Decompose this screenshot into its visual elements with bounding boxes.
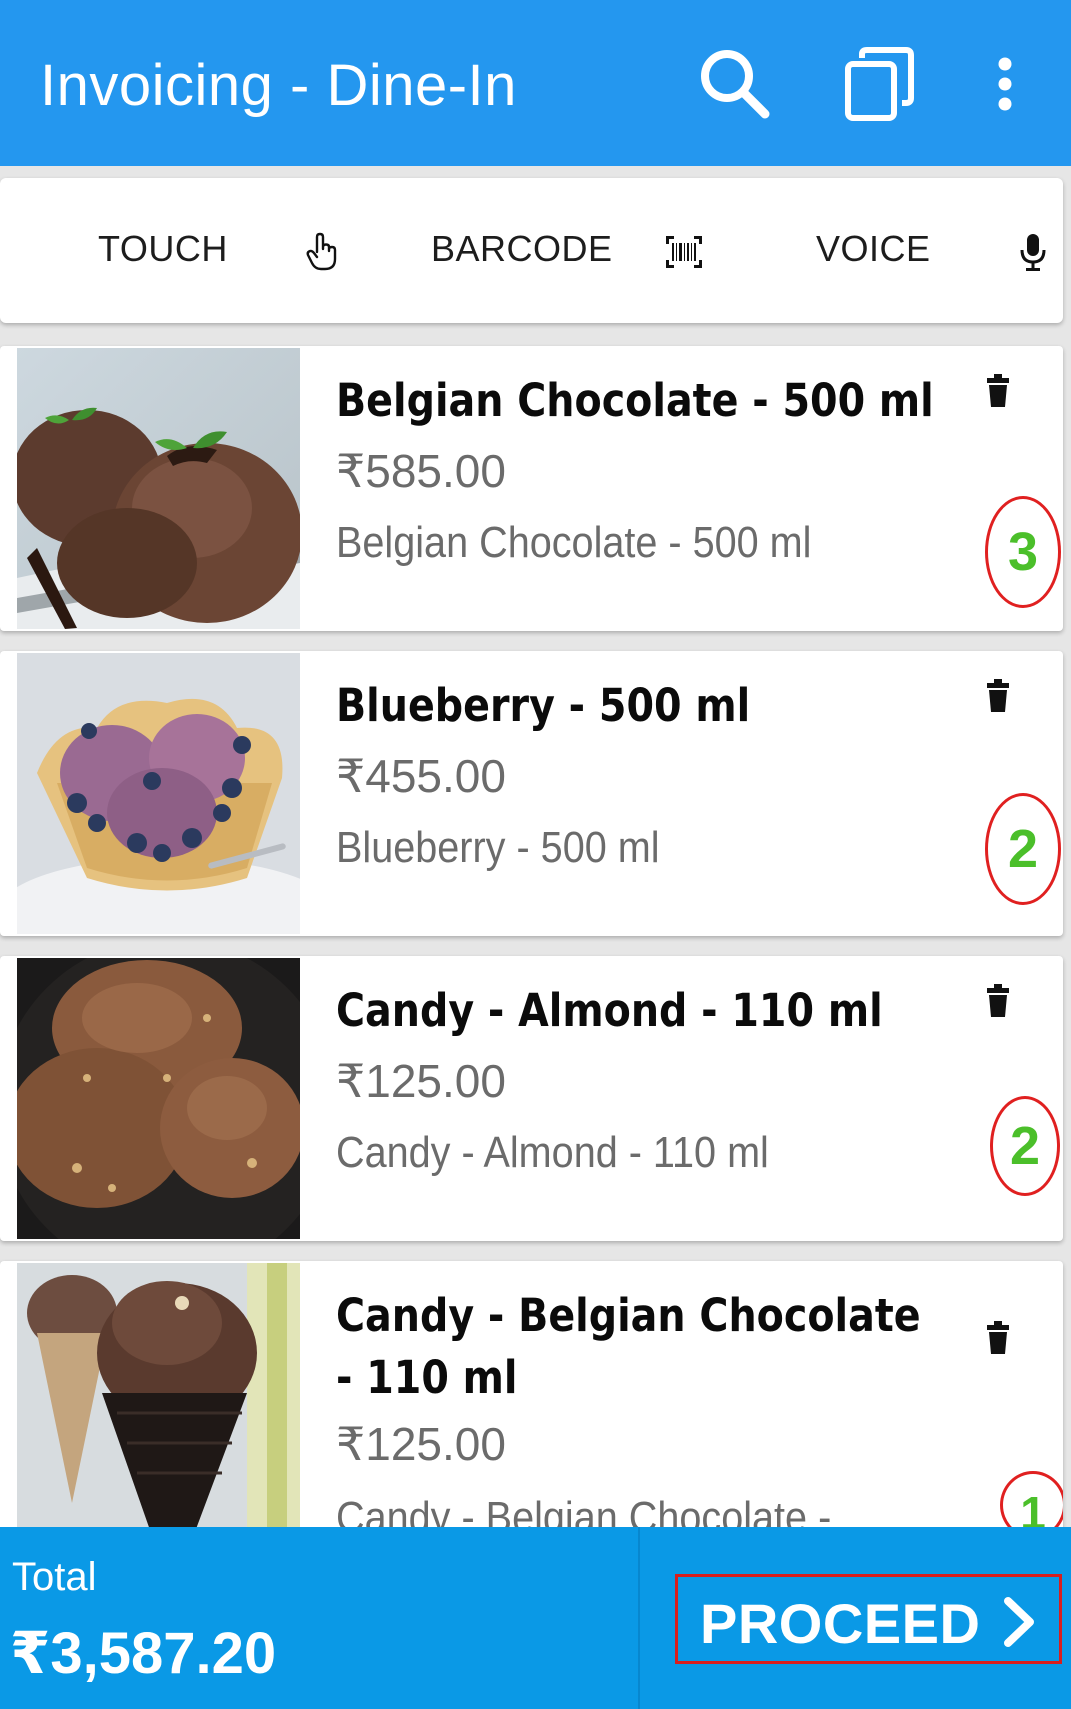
tab-voice[interactable]: VOICE	[816, 228, 931, 270]
item-name: Belgian Chocolate - 500 ml	[336, 374, 934, 427]
total-label: Total	[12, 1555, 97, 1599]
quantity-value: 1	[1020, 1487, 1046, 1527]
app-bar: Invoicing - Dine-In	[0, 0, 1071, 166]
checkout-bar: Total ₹3,587.20 PROCEED	[0, 1527, 1071, 1709]
item-description: Blueberry - 500 ml	[336, 823, 660, 872]
quantity-value: 3	[1007, 522, 1039, 582]
item-price: ₹455.00	[336, 750, 506, 802]
delete-icon[interactable]	[985, 679, 1011, 715]
item-description: Belgian Chocolate - 500 ml	[336, 518, 812, 567]
item-price: ₹125.00	[336, 1418, 506, 1470]
cart-item[interactable]: Belgian Chocolate - 500 ml ₹585.00 Belgi…	[0, 346, 1063, 631]
item-image-chocolate-cone	[17, 1263, 300, 1527]
quantity-value: 2	[1007, 819, 1039, 879]
tab-barcode[interactable]: BARCODE	[431, 228, 613, 270]
input-mode-tabs: TOUCH BARCODE VOICE	[0, 178, 1063, 323]
quantity-badge[interactable]: 2	[985, 793, 1061, 905]
cart-item-list[interactable]: Belgian Chocolate - 500 ml ₹585.00 Belgi…	[0, 344, 1071, 1527]
item-name: Candy - Almond - 110 ml	[336, 984, 883, 1037]
item-image-almond	[17, 958, 300, 1239]
item-price: ₹585.00	[336, 445, 506, 497]
more-vert-icon[interactable]	[965, 44, 1045, 124]
quantity-badge[interactable]: 1	[1000, 1471, 1063, 1527]
item-description: Candy - Almond - 110 ml	[336, 1128, 769, 1177]
quantity-badge[interactable]: 3	[985, 496, 1061, 608]
chevron-right-icon	[1004, 1597, 1034, 1647]
touch-hand-icon[interactable]	[302, 230, 342, 274]
item-name: Blueberry - 500 ml	[336, 679, 751, 732]
cart-item[interactable]: Candy - Almond - 110 ml ₹125.00 Candy - …	[0, 956, 1063, 1241]
tab-touch[interactable]: TOUCH	[98, 228, 228, 270]
total-amount: ₹3,587.20	[10, 1621, 277, 1686]
copy-icon[interactable]	[840, 44, 920, 124]
delete-icon[interactable]	[985, 374, 1011, 410]
item-price: ₹125.00	[336, 1055, 506, 1107]
proceed-label: PROCEED	[700, 1592, 981, 1655]
item-name: Candy - Belgian Chocolate - 110 ml	[336, 1289, 921, 1404]
quantity-value: 2	[1009, 1116, 1041, 1176]
delete-icon[interactable]	[985, 1321, 1011, 1357]
microphone-icon[interactable]	[1013, 230, 1053, 274]
delete-icon[interactable]	[985, 984, 1011, 1020]
barcode-icon[interactable]	[664, 230, 704, 274]
search-icon[interactable]	[695, 44, 775, 124]
cart-item[interactable]: Blueberry - 500 ml ₹455.00 Blueberry - 5…	[0, 651, 1063, 936]
cart-item[interactable]: Candy - Belgian Chocolate - 110 ml ₹125.…	[0, 1261, 1063, 1527]
divider	[638, 1527, 640, 1709]
item-description: Candy - Belgian Chocolate -	[336, 1493, 832, 1527]
proceed-button[interactable]: PROCEED	[675, 1574, 1062, 1664]
item-image-blueberry	[17, 653, 300, 934]
page-title: Invoicing - Dine-In	[40, 53, 517, 118]
item-image-chocolate-tub	[17, 348, 300, 629]
quantity-badge[interactable]: 2	[990, 1096, 1060, 1196]
